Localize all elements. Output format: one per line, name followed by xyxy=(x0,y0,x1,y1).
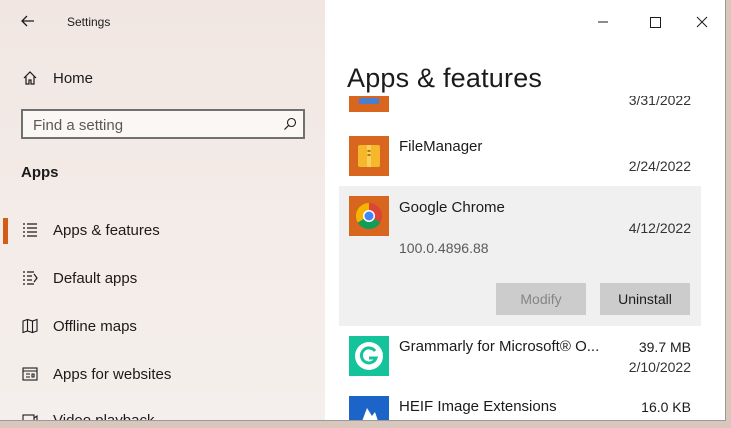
app-version: 100.0.4896.88 xyxy=(399,240,489,256)
selection-indicator xyxy=(3,218,8,244)
settings-window: Settings Home Apps Apps & features xyxy=(0,0,726,421)
apps-list: 3/31/2022 FileManager 2/24/2022 Google C… xyxy=(325,96,725,420)
sidebar-item-label: Default apps xyxy=(53,270,138,287)
sidebar-item-apps-websites[interactable]: Apps for websites xyxy=(0,358,325,392)
sidebar-item-video-playback[interactable]: Video playback xyxy=(0,404,325,420)
file-manager-icon xyxy=(349,136,389,176)
back-arrow-icon xyxy=(21,15,34,27)
default-apps-icon xyxy=(23,271,38,285)
back-button[interactable] xyxy=(15,10,43,34)
grammarly-icon xyxy=(349,336,389,376)
app-name: FileManager xyxy=(399,138,483,155)
home-icon xyxy=(23,71,37,85)
sidebar-item-label: Video playback xyxy=(53,412,154,420)
app-name: HEIF Image Extensions xyxy=(399,398,557,415)
search-icon[interactable] xyxy=(283,117,297,131)
search-input[interactable] xyxy=(33,116,273,134)
sidebar-item-apps-features[interactable]: Apps & features xyxy=(0,214,325,248)
close-icon xyxy=(696,16,708,28)
sidebar-item-offline-maps[interactable]: Offline maps xyxy=(0,310,325,344)
maximize-button[interactable] xyxy=(640,8,670,36)
nav-home[interactable]: Home xyxy=(0,62,325,96)
maximize-icon xyxy=(650,17,661,28)
app-size: 16.0 KB xyxy=(641,399,691,415)
folder-zip-glyph xyxy=(358,145,380,167)
apps-websites-icon xyxy=(22,367,38,381)
close-button[interactable] xyxy=(687,8,717,36)
list-item-selected[interactable]: Google Chrome 4/12/2022 100.0.4896.88 Mo… xyxy=(339,186,701,326)
app-name: Google Chrome xyxy=(399,199,505,216)
heif-icon xyxy=(349,396,389,420)
grammarly-logo xyxy=(355,342,383,370)
heif-logo xyxy=(362,408,378,420)
home-label: Home xyxy=(53,70,94,87)
sidebar-item-label: Apps & features xyxy=(53,222,160,239)
video-playback-icon xyxy=(22,414,38,420)
title-bar: Settings xyxy=(0,0,325,45)
sidebar-item-label: Apps for websites xyxy=(53,366,172,383)
uninstall-button[interactable]: Uninstall xyxy=(600,283,690,315)
list-item[interactable]: FileManager 2/24/2022 xyxy=(339,134,701,184)
chrome-icon xyxy=(349,196,389,236)
minimize-icon xyxy=(598,21,608,23)
section-title: Apps xyxy=(21,164,59,181)
sidebar-item-default-apps[interactable]: Default apps xyxy=(0,262,325,296)
window-title: Settings xyxy=(67,15,111,29)
app-icon-partial xyxy=(349,96,389,112)
app-date: 4/12/2022 xyxy=(628,220,691,236)
sidebar-item-label: Offline maps xyxy=(53,318,137,335)
partial-app-glyph xyxy=(359,98,379,104)
list-item[interactable]: HEIF Image Extensions 16.0 KB xyxy=(339,392,701,420)
main-content: Apps & features 3/31/2022 FileManager 2/… xyxy=(325,0,725,420)
minimize-button[interactable] xyxy=(588,8,618,36)
sidebar: Settings Home Apps Apps & features xyxy=(0,0,325,420)
page-title: Apps & features xyxy=(347,63,543,93)
chrome-logo xyxy=(355,202,382,230)
app-date: 2/24/2022 xyxy=(628,158,691,174)
app-date: 2/10/2022 xyxy=(628,359,691,375)
modify-button[interactable]: Modify xyxy=(496,283,586,315)
app-name: Grammarly for Microsoft® O... xyxy=(399,338,600,355)
app-size: 39.7 MB xyxy=(638,339,691,355)
apps-features-icon xyxy=(23,223,37,237)
app-date: 3/31/2022 xyxy=(628,96,691,108)
list-item[interactable]: 3/31/2022 xyxy=(339,96,701,118)
search-box[interactable] xyxy=(21,109,305,139)
list-item[interactable]: Grammarly for Microsoft® O... 39.7 MB 2/… xyxy=(339,332,701,382)
offline-maps-icon xyxy=(22,318,38,334)
